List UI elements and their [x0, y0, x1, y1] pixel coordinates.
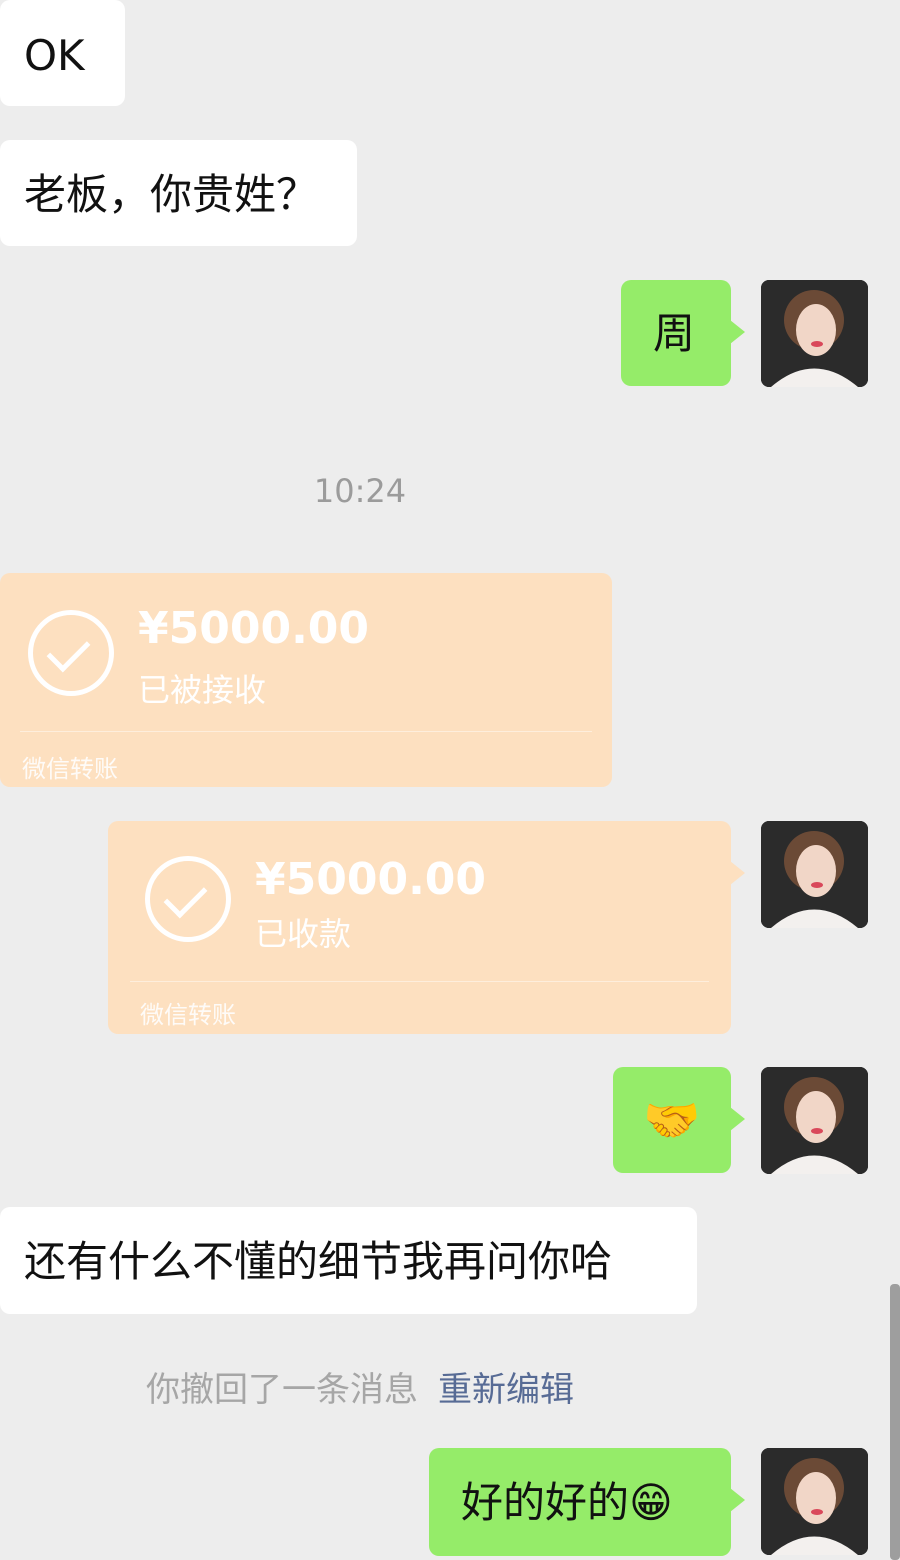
avatar[interactable] — [761, 1448, 868, 1555]
outgoing-message-zhou[interactable]: 周 — [621, 280, 745, 386]
divider — [130, 981, 709, 982]
scrollbar[interactable] — [890, 1284, 900, 1560]
transfer-amount: ¥5000.00 — [138, 603, 370, 654]
transfer-status: 已收款 — [255, 915, 352, 953]
transfer-card-collected[interactable]: ¥5000.00 已收款 微信转账 — [108, 821, 745, 1034]
avatar-image — [761, 280, 868, 387]
recall-notice: 你撤回了一条消息 重新编辑 — [0, 1362, 720, 1411]
message-text: 还有什么不懂的细节我再问你哈 — [24, 1237, 613, 1286]
message-text: 老板，你贵姓？ — [24, 170, 319, 219]
check-circle-icon — [145, 856, 231, 942]
recall-text: 你撤回了一条消息 — [146, 1370, 418, 1410]
avatar-image — [761, 1448, 868, 1555]
message-text: 周 — [653, 309, 696, 358]
re-edit-link[interactable]: 重新编辑 — [438, 1370, 574, 1410]
handshake-emoji: 🤝 — [643, 1093, 701, 1147]
transfer-amount: ¥5000.00 — [255, 854, 487, 905]
avatar-image — [761, 1067, 868, 1174]
message-text: OK — [24, 31, 85, 80]
divider — [20, 731, 592, 732]
transfer-label: 微信转账 — [140, 1001, 236, 1029]
avatar[interactable] — [761, 821, 868, 928]
transfer-status: 已被接收 — [138, 671, 267, 709]
transfer-card-received[interactable]: ¥5000.00 已被接收 微信转账 — [0, 573, 612, 787]
outgoing-message-ok-ok[interactable]: 好的好的😁 — [429, 1448, 745, 1556]
incoming-message-ok[interactable]: OK — [0, 0, 125, 106]
timestamp: 10:24 — [313, 472, 407, 510]
avatar[interactable] — [761, 280, 868, 387]
message-text: 好的好的😁 — [461, 1478, 673, 1527]
avatar[interactable] — [761, 1067, 868, 1174]
transfer-label: 微信转账 — [22, 755, 118, 783]
outgoing-message-handshake[interactable]: 🤝 — [613, 1067, 745, 1173]
incoming-message-surname[interactable]: 老板，你贵姓？ — [0, 140, 357, 246]
avatar-image — [761, 821, 868, 928]
incoming-message-details[interactable]: 还有什么不懂的细节我再问你哈 — [0, 1207, 697, 1314]
check-circle-icon — [28, 610, 114, 696]
